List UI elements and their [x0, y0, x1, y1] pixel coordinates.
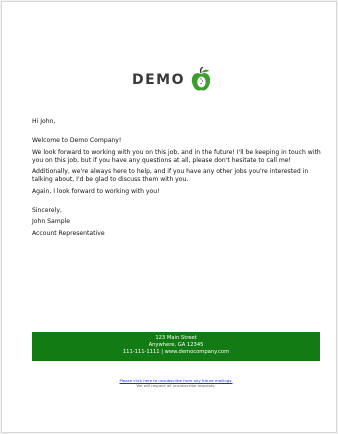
letter-body: Hi John, Welcome to Demo Company! We loo…: [32, 118, 324, 238]
paragraph-1: We look forward to working with you on t…: [32, 148, 321, 164]
unsubscribe-section: Please click here to unsubscribe from an…: [32, 378, 320, 388]
footer-address-band: 123 Main Street Anywhere, GA 12345 111-1…: [32, 332, 320, 361]
apple-icon: [191, 67, 211, 91]
email-page: DEMO Hi John, Welcome to Demo Company! W…: [1, 1, 337, 433]
welcome-line: Welcome to Demo Company!: [32, 137, 122, 145]
paragraph-3: Again, I look forward to working with yo…: [32, 187, 160, 195]
unsubscribe-note: We will respect all unsubscribe requests…: [136, 383, 216, 388]
paragraph-2: Additionally, we're always here to help,…: [32, 168, 309, 184]
footer-street: 123 Main Street: [155, 335, 197, 341]
closing: Sincerely,: [32, 207, 62, 215]
company-logo: DEMO: [132, 66, 213, 94]
logo-text: DEMO: [132, 72, 186, 88]
signer-title: Account Representative: [32, 229, 105, 237]
footer-city: Anywhere, GA 12345: [148, 342, 204, 348]
greeting: Hi John,: [32, 118, 56, 125]
signer-name: John Sample: [32, 218, 71, 226]
footer-contact[interactable]: 111-111-1111 | www.democompany.com: [32, 349, 320, 356]
